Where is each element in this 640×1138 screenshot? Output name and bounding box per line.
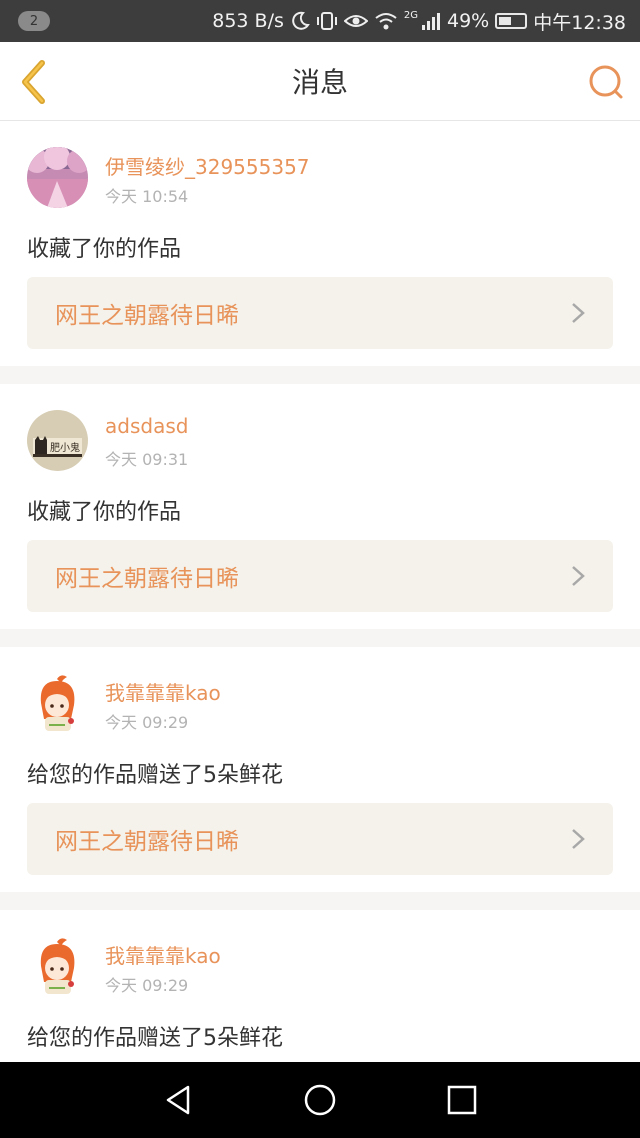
signal-icon <box>422 13 440 30</box>
action-text: 收藏了你的作品 <box>27 237 182 262</box>
action-text: 收藏了你的作品 <box>27 500 182 525</box>
triangle-back-icon[interactable] <box>160 1082 196 1118</box>
chevron-right-icon <box>572 566 585 586</box>
message-card: 我靠靠靠kao 今天 09:29 给您的作品赠送了5朵鲜花 <box>0 910 640 1062</box>
timestamp: 今天 09:31 <box>105 450 189 469</box>
vibrate-icon <box>316 12 337 30</box>
chevron-right-icon <box>572 303 585 323</box>
work-link[interactable]: 网王之朝露待日晞 <box>27 803 613 875</box>
username[interactable]: 我靠靠靠kao <box>105 677 221 706</box>
system-nav-bar <box>0 1062 640 1138</box>
app-header: 消息 <box>0 42 640 121</box>
eye-icon <box>343 15 368 27</box>
timestamp: 今天 09:29 <box>105 976 189 995</box>
battery-percent: 49% <box>447 10 490 32</box>
network-type-label: 2G <box>403 9 418 21</box>
work-title: 网王之朝露待日晞 <box>55 566 239 592</box>
work-link[interactable]: 网王之朝露待日晞 <box>27 540 613 612</box>
status-bar: 2 853 B/s 2G 49% 中午12:38 <box>0 0 640 42</box>
circle-home-icon[interactable] <box>302 1082 338 1118</box>
status-indicators: 853 B/s 2G 49% 中午12:38 <box>212 8 626 35</box>
battery-icon <box>495 13 528 29</box>
chevron-right-icon <box>572 829 585 849</box>
square-recents-icon[interactable] <box>444 1082 480 1118</box>
action-text: 给您的作品赠送了5朵鲜花 <box>27 763 283 788</box>
cat-sign-avatar[interactable]: 肥小鬼 <box>27 410 88 471</box>
cherry-blossom-avatar[interactable] <box>27 147 88 208</box>
clock: 中午12:38 <box>533 11 626 34</box>
message-card: 伊雪绫纱_329555357 今天 10:54 收藏了你的作品 网王之朝露待日晞 <box>0 121 640 366</box>
anime-girl-avatar[interactable] <box>27 673 88 734</box>
net-speed: 853 B/s <box>212 10 284 32</box>
timestamp: 今天 09:29 <box>105 713 189 732</box>
anime-girl-avatar[interactable] <box>27 936 88 997</box>
timestamp: 今天 10:54 <box>105 187 189 206</box>
notification-count-badge: 2 <box>18 11 50 31</box>
search-icon[interactable] <box>586 62 626 102</box>
work-title: 网王之朝露待日晞 <box>55 303 239 329</box>
avatar-sign-text: 肥小鬼 <box>50 441 80 454</box>
wifi-icon <box>375 13 397 30</box>
action-text: 给您的作品赠送了5朵鲜花 <box>27 1026 283 1051</box>
back-arrow-icon[interactable] <box>16 58 52 106</box>
work-link[interactable]: 网王之朝露待日晞 <box>27 277 613 349</box>
message-card: 肥小鬼 adsdasd 今天 09:31 收藏了你的作品 网王之朝露待日晞 <box>0 384 640 629</box>
username[interactable]: adsdasd <box>105 414 188 438</box>
moon-icon <box>292 11 310 30</box>
page-title: 消息 <box>291 66 348 99</box>
username[interactable]: 我靠靠靠kao <box>105 940 221 969</box>
work-title: 网王之朝露待日晞 <box>55 829 239 855</box>
username[interactable]: 伊雪绫纱_329555357 <box>105 151 310 180</box>
message-card: 我靠靠靠kao 今天 09:29 给您的作品赠送了5朵鲜花 网王之朝露待日晞 <box>0 647 640 892</box>
message-list: 伊雪绫纱_329555357 今天 10:54 收藏了你的作品 网王之朝露待日晞… <box>0 121 640 1062</box>
